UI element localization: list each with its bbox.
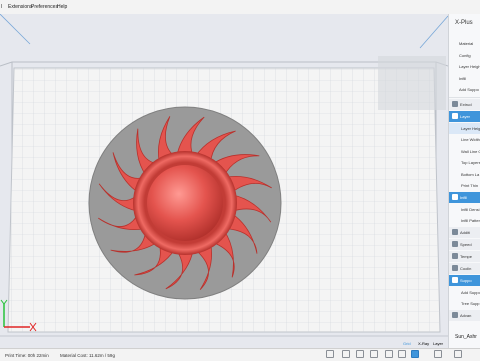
panel-row[interactable]: Material [449, 38, 480, 49]
menu-extensions[interactable]: Extensions [8, 4, 32, 10]
panel-row-label: Extrud [460, 101, 472, 107]
panel-row-label: Tree Supp [461, 301, 480, 306]
panel-row-label: Coolin [460, 265, 472, 271]
panel-row[interactable]: Layer Heig [449, 122, 480, 134]
scale-icon[interactable] [342, 350, 350, 358]
panel-row[interactable]: Infill [449, 73, 480, 84]
panel-row-label: Suppo [460, 277, 472, 283]
project-name: Sun_Ashr [455, 334, 477, 340]
panel-row[interactable]: Infill Patter [449, 215, 480, 226]
panel-row[interactable]: Suppo [449, 274, 480, 286]
panel-row[interactable]: Layer Heigh [449, 61, 480, 72]
sun-dome [147, 165, 223, 241]
panel-row-label: Layer [460, 113, 471, 119]
panel-row-label: Line Width [461, 137, 480, 142]
menu-help[interactable]: Help [57, 4, 67, 10]
panel-row-label: Print Thin [461, 183, 479, 188]
panel-row[interactable]: Additi [449, 226, 480, 238]
panel-row-label: Add Suppo [459, 87, 479, 92]
panel-row-label: Infill [459, 75, 467, 81]
panel-row[interactable]: Coolin [449, 262, 480, 274]
panel-row-label: Tempe [460, 253, 473, 259]
panel-row-label: Material [459, 41, 474, 46]
slice-view-icon[interactable] [411, 350, 419, 358]
view-grid-button[interactable]: Grid [403, 341, 411, 346]
advanced-icon [452, 311, 458, 318]
panel-row-label: Wall Line C [461, 148, 480, 154]
panel-row-label: Add Suppo [461, 289, 480, 295]
copy-icon[interactable] [385, 350, 393, 358]
panel-row[interactable]: Print Thin [449, 180, 480, 191]
settings-icon[interactable] [398, 350, 406, 358]
panel-row[interactable]: Extrud [449, 98, 480, 110]
panel-row-label: Additi [460, 229, 471, 235]
3d-viewport[interactable] [0, 14, 448, 348]
status-bar: Print Time: 00h 22min Material Cost: 11.… [0, 348, 480, 361]
extruder-icon [452, 100, 458, 107]
print-icon[interactable] [454, 350, 462, 358]
rotate-icon[interactable] [356, 350, 364, 358]
panel-row[interactable]: Tempe [449, 250, 480, 262]
panel-row-label: Layer Heigh [459, 64, 480, 69]
panel-row[interactable]: Infill [449, 191, 480, 203]
menu-preferences[interactable]: Preferences [31, 4, 58, 10]
viewport-canvas[interactable] [0, 14, 448, 348]
mirror-icon[interactable] [370, 350, 378, 358]
panel-row-label: Top Layers [461, 160, 480, 165]
view-layer-button[interactable]: Layer [433, 341, 443, 346]
panel-row[interactable]: Speed [449, 238, 480, 250]
infill-icon [452, 193, 458, 200]
speed-icon [452, 240, 458, 247]
panel-row-label: Layer Heig [461, 125, 480, 131]
panel-row[interactable]: Top Layers [449, 157, 480, 168]
print-time: Print Time: 00h 22min [5, 353, 49, 358]
panel-row[interactable]: Wall Line C [449, 146, 480, 157]
material-cost: Material Cost: 11.62m / 59g [60, 353, 115, 358]
panel-row[interactable]: Add Suppo [449, 84, 480, 95]
panel-row-label: Advan [460, 312, 472, 318]
export-icon[interactable] [434, 350, 442, 358]
printer-name: X-Plus [455, 20, 473, 26]
panel-row-label: Bottom La [461, 171, 480, 177]
additions-icon [452, 228, 458, 235]
menu-bar: l Extensions Preferences Help [0, 0, 480, 15]
panel-row-label: Infill [460, 194, 468, 200]
panel-row[interactable]: Advan [449, 309, 480, 321]
panel-row[interactable]: Line Width [449, 134, 480, 145]
panel-row[interactable]: Layer [449, 110, 480, 122]
panel-row-label: Config [459, 52, 471, 58]
panel-row[interactable]: Bottom La [449, 169, 480, 180]
panel-row[interactable]: Infill Densi [449, 204, 480, 215]
panel-row[interactable]: Config [449, 50, 480, 61]
layer-icon [452, 112, 458, 119]
view-xray-button[interactable]: X-Ray [418, 341, 429, 346]
panel-row-label: Infill Densi [461, 206, 480, 212]
panel-row-label: Infill Patter [461, 218, 480, 223]
panel-divider [449, 96, 480, 98]
panel-row-label: Speed [460, 241, 472, 247]
menu-partial-item[interactable]: l [1, 4, 2, 10]
panel-row[interactable]: Add Suppo [449, 287, 480, 298]
panel-row[interactable]: Tree Supp [449, 298, 480, 309]
cooling-icon [452, 264, 458, 271]
support-icon [452, 276, 458, 283]
print-settings-panel: X-Plus Material Config Layer Heigh Infill Ad… [448, 14, 480, 348]
sun-model[interactable] [88, 106, 282, 300]
temperature-icon [452, 252, 458, 259]
move-icon[interactable] [326, 350, 334, 358]
